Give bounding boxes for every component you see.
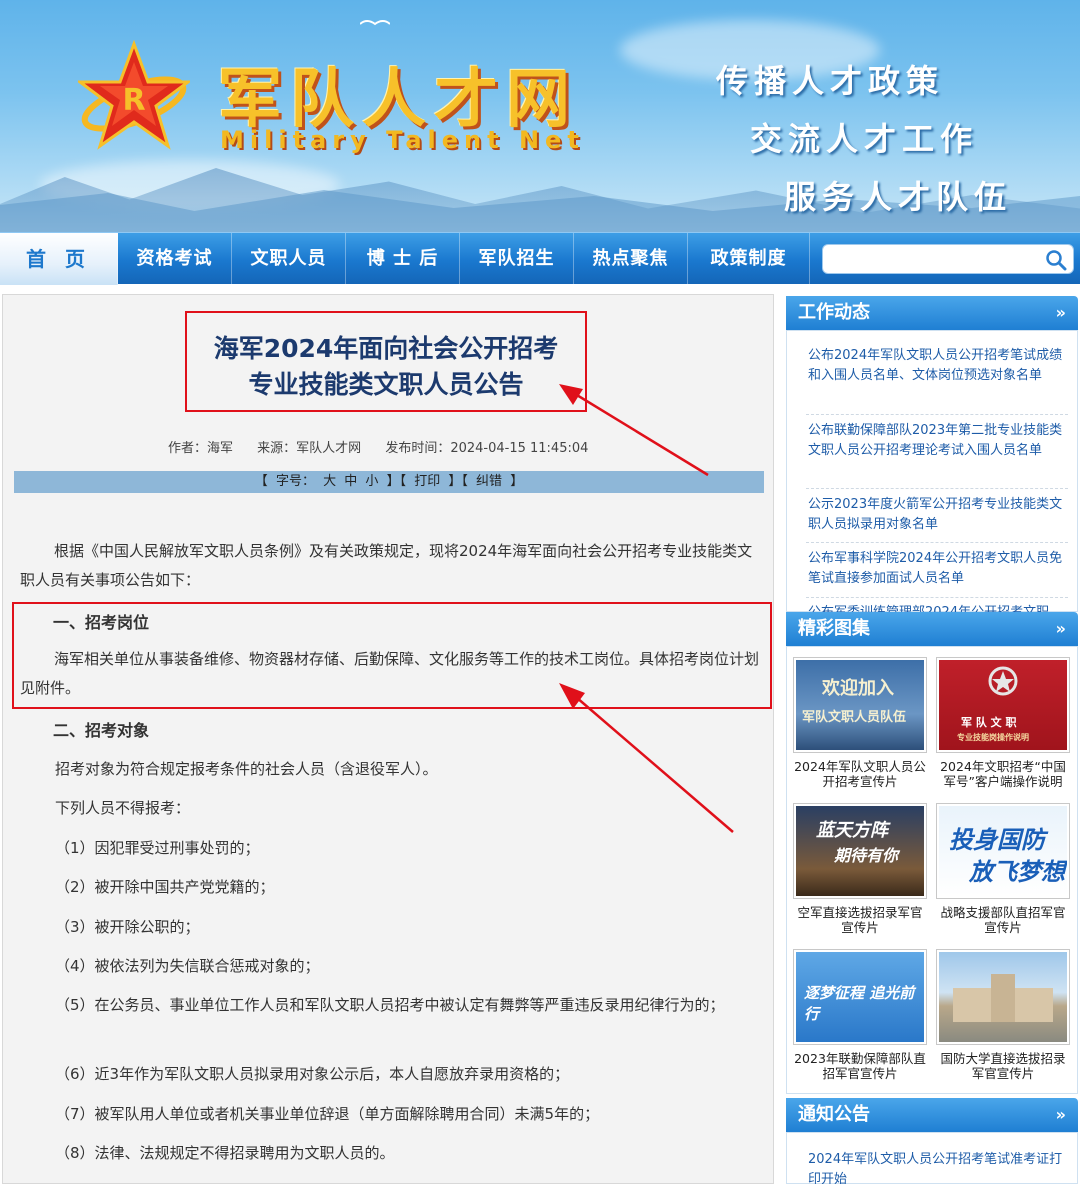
gallery-item[interactable]: 投身国防 放飞梦想 战略支援部队直招军官宣传片 (936, 803, 1070, 935)
gallery-thumbnail[interactable]: 蓝天方阵 期待有你 (793, 803, 927, 899)
work-news-header: 工作动态 » (786, 296, 1078, 330)
army-star-logo-icon[interactable]: R (78, 40, 190, 152)
news-divider (806, 597, 1068, 598)
work-news-more-icon[interactable]: » (1056, 296, 1066, 330)
font-size-label: 字号： (275, 474, 315, 489)
excluded-intro: 下列人员不得报考： (55, 799, 191, 817)
nav-item-hot-topics[interactable]: 热点聚焦 (574, 233, 688, 285)
nav-item-military-enrollment[interactable]: 军队招生 (460, 233, 574, 285)
font-size-small-button[interactable]: 小 (365, 474, 378, 489)
article-author: 作者：海军 (168, 441, 234, 456)
list-item: （8）法律、法规规定不得招录聘用为文职人员的。 (55, 1144, 395, 1162)
list-item: （5）在公务员、事业单位工作人员和军队文职人员招考中被认定有舞弊等严重违反录用纪… (55, 996, 725, 1014)
gallery-item[interactable]: 军 队 文 职 专业技能岗操作说明 2024年文职招考“中国军号”客户端操作说明 (936, 657, 1070, 789)
gallery-thumbnail[interactable] (936, 949, 1070, 1045)
gallery-caption[interactable]: 国防大学直接选拔招录军官宣传片 (936, 1051, 1070, 1081)
list-item: （7）被军队用人单位或者机关事业单位辞退（单方面解除聘用合同）未满5年的； (55, 1105, 600, 1123)
article-publish-time: 发布时间：2024-04-15 11:45:04 (385, 441, 589, 456)
toolbar-bracket: 】 (510, 474, 524, 489)
font-size-medium-button[interactable]: 中 (344, 474, 357, 489)
list-item: （4）被依法列为失信联合惩戒对象的； (55, 957, 320, 975)
gallery-more-icon[interactable]: » (1056, 612, 1066, 646)
site-subtitle: Military Talent Net (220, 126, 585, 154)
thumbnail-text: 投身国防 (949, 825, 1045, 854)
thumbnail-text: 欢迎加入 (822, 678, 894, 699)
news-divider (806, 542, 1068, 543)
thumbnail-text: 军 队 文 职 (961, 716, 1017, 729)
gallery-caption[interactable]: 2024年文职招考“中国军号”客户端操作说明 (936, 759, 1070, 789)
slogan-1: 传播人才政策 (716, 62, 945, 100)
notices-header: 通知公告 » (786, 1098, 1078, 1132)
news-item[interactable]: 公示2023年度火箭军公开招考专业技能类文职人员拟录用对象名单 (808, 495, 1064, 539)
news-divider (806, 414, 1068, 415)
thumbnail-text: 期待有你 (834, 846, 899, 865)
search-icon[interactable] (1045, 249, 1067, 271)
nav-item-policy[interactable]: 政策制度 (688, 233, 810, 285)
toolbar-bracket: 】【 (386, 474, 407, 489)
gallery-thumbnail[interactable]: 欢迎加入 军队文职人员队伍 (793, 657, 927, 753)
thumbnail-text: 专业技能岗操作说明 (957, 732, 1029, 742)
work-news-title: 工作动态 (798, 302, 870, 323)
notices-more-icon[interactable]: » (1056, 1098, 1066, 1132)
emblem-icon (988, 666, 1018, 696)
svg-text:R: R (122, 83, 145, 118)
notices-title: 通知公告 (798, 1104, 870, 1125)
gallery-thumbnail[interactable]: 军 队 文 职 专业技能岗操作说明 (936, 657, 1070, 753)
gallery-caption[interactable]: 空军直接选拔招录军官宣传片 (793, 905, 927, 935)
header-banner: R 军队人才网 Military Talent Net 传播人才政策 交流人才工… (0, 0, 1080, 232)
thumbnail-text: 军队文职人员队伍 (802, 710, 907, 725)
article-panel: 海军2024年面向社会公开招考 专业技能类文职人员公告 作者：海军 来源：军队人… (2, 294, 774, 1184)
article-intro: 根据《中国人民解放军文职人员条例》及有关政策规定，现将2024年海军面向社会公开… (20, 542, 753, 589)
gallery-thumbnail[interactable]: 逐梦征程 追光前行 (793, 949, 927, 1045)
print-button[interactable]: 打印 (414, 474, 440, 489)
positions-highlight-box (12, 602, 772, 709)
gallery-item[interactable]: 国防大学直接选拔招录军官宣传片 (936, 949, 1070, 1081)
slogan-2: 交流人才工作 (750, 120, 979, 158)
title-highlight-box (185, 311, 587, 412)
thumbnail-text: 蓝天方阵 (816, 820, 888, 841)
list-item: （3）被开除公职的； (55, 918, 200, 936)
toolbar-bracket: 【 (254, 474, 268, 489)
gallery-thumbnail[interactable]: 投身国防 放飞梦想 (936, 803, 1070, 899)
news-item[interactable]: 公布2024年军队文职人员公开招考笔试成绩和入围人员名单、文体岗位预选对象名单 (808, 346, 1064, 390)
search-input[interactable] (822, 244, 1074, 274)
news-divider (806, 488, 1068, 489)
article-source: 来源：军队人才网 (257, 441, 362, 456)
gallery-item[interactable]: 逐梦征程 追光前行 2023年联勤保障部队直招军官宣传片 (793, 949, 927, 1081)
news-item[interactable]: 公布联勤保障部队2023年第二批专业技能类文职人员公开招考理论考试入围人员名单 (808, 421, 1064, 465)
nav-item-home[interactable]: 首 页 (0, 233, 118, 285)
main-nav: 首 页 资格考试 文职人员 博 士 后 军队招生 热点聚焦 政策制度 (0, 232, 1080, 285)
list-item: （2）被开除中国共产党党籍的； (55, 878, 275, 896)
gallery-header: 精彩图集 » (786, 612, 1078, 646)
gallery-title: 精彩图集 (798, 618, 870, 639)
nav-item-civilian-staff[interactable]: 文职人员 (232, 233, 346, 285)
building-icon (991, 974, 1015, 1022)
section-text-applicants: 招考对象为符合规定报考条件的社会人员（含退役军人）。 (55, 760, 438, 778)
slogan-3: 服务人才队伍 (784, 178, 1013, 216)
nav-item-postdoc[interactable]: 博 士 后 (346, 233, 460, 285)
news-item[interactable]: 2024年军队文职人员公开招考笔试准考证打印开始 (808, 1150, 1064, 1184)
gallery-caption[interactable]: 战略支援部队直招军官宣传片 (936, 905, 1070, 935)
list-item: （6）近3年作为军队文职人员拟录用对象公示后，本人自愿放弃录用资格的； (55, 1065, 570, 1083)
section-heading-applicants: 二、招考对象 (53, 721, 150, 740)
list-item: （1）因犯罪受过刑事处罚的； (55, 839, 260, 857)
nav-item-qualification-exam[interactable]: 资格考试 (118, 233, 232, 285)
toolbar-bracket: 】【 (448, 474, 468, 489)
gallery-caption[interactable]: 2023年联勤保障部队直招军官宣传片 (793, 1051, 927, 1081)
gallery-item[interactable]: 蓝天方阵 期待有你 空军直接选拔招录军官宣传片 (793, 803, 927, 935)
article-toolbar: 【 字号： 大 中 小 】【 打印 】【 纠错 】 (14, 471, 764, 493)
article-meta: 作者：海军 来源：军队人才网 发布时间：2024-04-15 11:45:04 (168, 437, 608, 456)
bird-icon (360, 20, 390, 26)
font-size-big-button[interactable]: 大 (323, 474, 336, 489)
thumbnail-text: 逐梦征程 追光前行 (804, 984, 915, 1023)
report-error-button[interactable]: 纠错 (476, 474, 502, 489)
gallery-item[interactable]: 欢迎加入 军队文职人员队伍 2024年军队文职人员公开招考宣传片 (793, 657, 927, 789)
gallery-caption[interactable]: 2024年军队文职人员公开招考宣传片 (793, 759, 927, 789)
thumbnail-text: 放飞梦想 (969, 857, 1065, 886)
news-item[interactable]: 公布军事科学院2024年公开招考文职人员免笔试直接参加面试人员名单 (808, 549, 1064, 593)
